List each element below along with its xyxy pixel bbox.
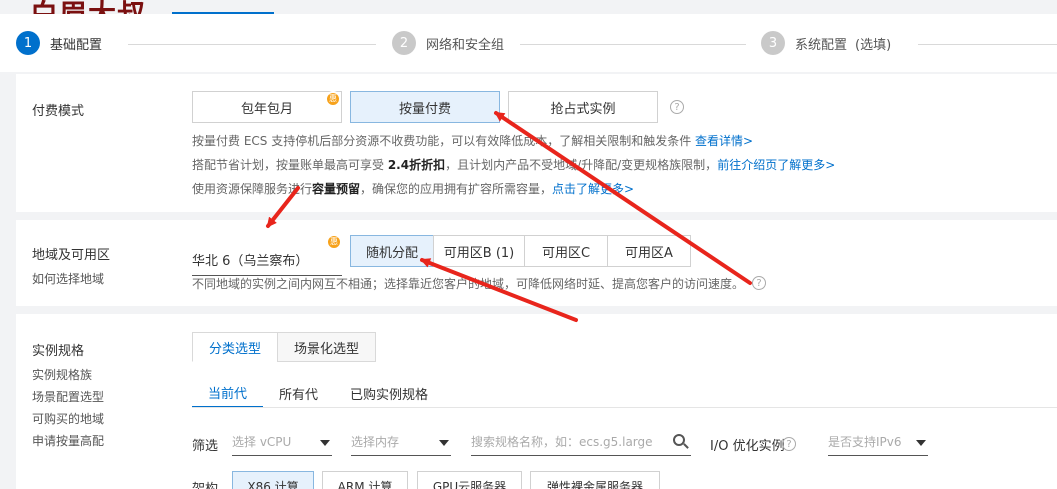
- option-label: 包年包月: [240, 101, 293, 117]
- step-number: 2: [392, 31, 416, 55]
- tab-scenario-select[interactable]: 场景化选型: [277, 332, 377, 362]
- billing-title: 付费模式: [32, 104, 85, 119]
- option-label: 按量付费: [398, 101, 451, 117]
- option-label: 抢占式实例: [550, 101, 616, 117]
- zone-option-c[interactable]: 可用区C: [524, 235, 608, 267]
- step-number: 3: [761, 31, 785, 55]
- discount-badge-icon: 惠: [325, 91, 341, 107]
- instance-family-link[interactable]: 实例规格族: [32, 366, 92, 383]
- tab-purchased-specs[interactable]: 已购实例规格: [334, 378, 444, 408]
- desc-text: ，确保您的应用拥有扩容所需容量，: [360, 182, 553, 196]
- ipv6-select[interactable]: 是否支持IPv6: [828, 428, 928, 456]
- tab-category-select[interactable]: 分类选型: [192, 332, 279, 362]
- step-number: 1: [16, 31, 40, 55]
- help-icon[interactable]: ?: [782, 437, 796, 451]
- arch-option-arm[interactable]: ARM 计算: [322, 471, 408, 489]
- billing-option-pay-as-you-go[interactable]: 按量付费: [350, 91, 500, 123]
- discount-badge-icon: 惠: [326, 234, 342, 250]
- help-icon[interactable]: ?: [670, 100, 684, 114]
- step-label: 基础配置: [50, 37, 103, 53]
- help-icon[interactable]: ?: [752, 276, 766, 290]
- vcpu-placeholder: 选择 vCPU: [232, 435, 292, 449]
- zone-label: 可用区A: [625, 245, 673, 261]
- learn-more-link[interactable]: 点击了解更多>: [552, 182, 634, 196]
- apply-high-spec-link[interactable]: 申请按量高配: [32, 432, 104, 449]
- available-regions-link[interactable]: 可购买的地域: [32, 410, 104, 427]
- step-connector: [520, 44, 746, 45]
- chevron-down-icon: [916, 440, 926, 446]
- step-connector: [918, 44, 1057, 45]
- tabs-divider: [192, 407, 1057, 408]
- step-optional-note: (选填): [855, 37, 892, 53]
- filter-label: 筛选: [192, 439, 219, 454]
- arch-option-x86[interactable]: X86 计算: [232, 471, 314, 489]
- arch-option-gpu[interactable]: GPU云服务器: [417, 471, 522, 489]
- desc-text: ，且计划内产品不受地域/升降配/变更规格族限制，: [445, 158, 718, 172]
- zone-label: 可用区B (1): [443, 245, 515, 261]
- spec-tabs: 分类选型 场景化选型: [192, 332, 377, 362]
- desc-text: 按量付费 ECS 支持停机后部分资源不收费功能，可以有效降低成本，了解相关限制和…: [192, 134, 696, 148]
- zone-option-a[interactable]: 可用区A: [607, 235, 691, 267]
- region-select[interactable]: 华北 6（乌兰察布）: [192, 244, 342, 276]
- billing-option-spot[interactable]: 抢占式实例: [508, 91, 658, 123]
- tab-current-gen[interactable]: 当前代: [192, 378, 264, 408]
- region-value: 华北 6（乌兰察布）: [192, 254, 309, 269]
- step-label: 系统配置: [795, 37, 848, 53]
- desc-text: 使用资源保障服务进行: [192, 182, 313, 196]
- billing-desc-3: 使用资源保障服务进行容量预留，确保您的应用拥有扩容所需容量，点击了解更多>: [192, 180, 634, 197]
- scenario-config-link[interactable]: 场景配置选型: [32, 388, 104, 405]
- billing-option-subscription[interactable]: 包年包月: [192, 91, 342, 123]
- zone-option-random[interactable]: 随机分配: [350, 235, 434, 267]
- memory-placeholder: 选择内存: [351, 435, 400, 449]
- zone-label: 随机分配: [365, 245, 418, 261]
- step-label: 网络和安全组: [426, 37, 505, 53]
- billing-desc-2: 搭配节省计划，按量账单最高可享受 2.4折折扣，且计划内产品不受地域/升降配/变…: [192, 156, 835, 173]
- region-section: 地域及可用区 如何选择地域 华北 6（乌兰察布） 惠 随机分配 可用区B (1)…: [16, 220, 1057, 306]
- generation-tabs: 当前代 所有代 已购实例规格: [192, 378, 444, 408]
- io-optimized-label: I/O 优化实例: [710, 439, 785, 454]
- intro-page-link[interactable]: 前往介绍页了解更多>: [717, 158, 835, 172]
- memory-select[interactable]: 选择内存: [351, 428, 451, 456]
- tab-all-gen[interactable]: 所有代: [263, 378, 334, 408]
- step-network[interactable]: 2 网络和安全组: [392, 31, 504, 55]
- chevron-down-icon: [439, 440, 449, 446]
- step-system[interactable]: 3 系统配置 (选填): [761, 31, 891, 55]
- steps-bar: 1 基础配置 2 网络和安全组 3 系统配置 (选填): [0, 14, 1057, 72]
- step-basic[interactable]: 1 基础配置: [16, 31, 102, 55]
- region-title: 地域及可用区: [32, 248, 111, 263]
- arch-option-bare-metal[interactable]: 弹性裸金属服务器: [530, 471, 660, 489]
- step-connector: [128, 44, 376, 45]
- instance-title: 实例规格: [32, 344, 85, 359]
- spec-search-input[interactable]: 搜索规格名称，如：ecs.g5.large: [471, 428, 691, 456]
- billing-section: 付费模式 包年包月 惠 按量付费 抢占式实例 ? 按量付费 ECS 支持停机后部…: [16, 74, 1057, 212]
- capacity-reservation-highlight: 容量预留: [312, 182, 361, 196]
- chevron-down-icon: [320, 440, 330, 446]
- arch-label: 架构: [192, 478, 218, 489]
- billing-desc-1: 按量付费 ECS 支持停机后部分资源不收费功能，可以有效降低成本，了解相关限制和…: [192, 132, 753, 149]
- view-details-link[interactable]: 查看详情>: [695, 134, 753, 148]
- search-icon[interactable]: [673, 434, 685, 446]
- vcpu-select[interactable]: 选择 vCPU: [232, 428, 332, 456]
- instance-section: 实例规格 实例规格族 场景配置选型 可购买的地域 申请按量高配 分类选型 场景化…: [16, 314, 1057, 489]
- ipv6-placeholder: 是否支持IPv6: [828, 435, 902, 449]
- how-to-choose-region-link[interactable]: 如何选择地域: [32, 270, 104, 287]
- zone-option-b[interactable]: 可用区B (1): [433, 235, 525, 267]
- desc-text: 搭配节省计划，按量账单最高可享受: [192, 158, 388, 172]
- region-desc: 不同地域的实例之间内网互不相通；选择靠近您客户的地域，可降低网络时延、提高您客户…: [192, 277, 745, 291]
- search-placeholder: 搜索规格名称，如：ecs.g5.large: [471, 435, 653, 449]
- zone-label: 可用区C: [541, 245, 591, 261]
- discount-highlight: 2.4折折扣: [387, 158, 446, 172]
